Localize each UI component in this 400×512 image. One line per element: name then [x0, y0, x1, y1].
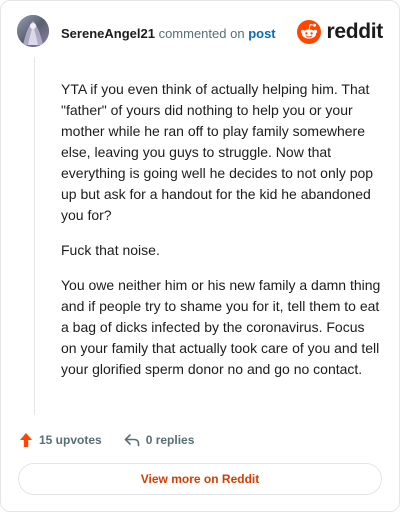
upvote-button[interactable]: 15 upvotes [19, 432, 102, 448]
view-more-on-reddit-button[interactable]: View more on Reddit [18, 463, 382, 495]
embedded-comment-card: SereneAngel21 commented on post reddit Y… [0, 0, 400, 512]
username-link[interactable]: SereneAngel21 [61, 26, 155, 41]
comment-body: YTA if you even think of actually helpin… [61, 79, 381, 394]
reddit-logo[interactable]: reddit [297, 19, 383, 45]
reply-button[interactable]: 0 replies [124, 433, 195, 447]
comment-paragraph: You owe neither him or his new family a … [61, 277, 381, 377]
thread-line [34, 57, 35, 415]
comment-actions: 15 upvotes 0 replies [19, 431, 194, 449]
reddit-snoo-icon [297, 20, 322, 44]
reply-count: 0 replies [145, 433, 195, 447]
post-link[interactable]: post [248, 26, 275, 41]
reply-arrow-icon [124, 434, 140, 447]
avatar-image [17, 15, 49, 47]
reddit-wordmark: reddit [326, 20, 383, 43]
upvote-arrow-icon [20, 433, 32, 447]
comment-header: SereneAngel21 commented on post reddit [17, 15, 383, 51]
comment-paragraph: YTA if you even think of actually helpin… [61, 81, 374, 223]
comment-meta: SereneAngel21 commented on post [61, 26, 276, 41]
upvote-count: 15 upvotes [39, 433, 102, 447]
comment-paragraph: Fuck that noise. [61, 242, 160, 258]
user-avatar[interactable] [17, 15, 49, 47]
commented-on-text: commented on [158, 26, 245, 41]
